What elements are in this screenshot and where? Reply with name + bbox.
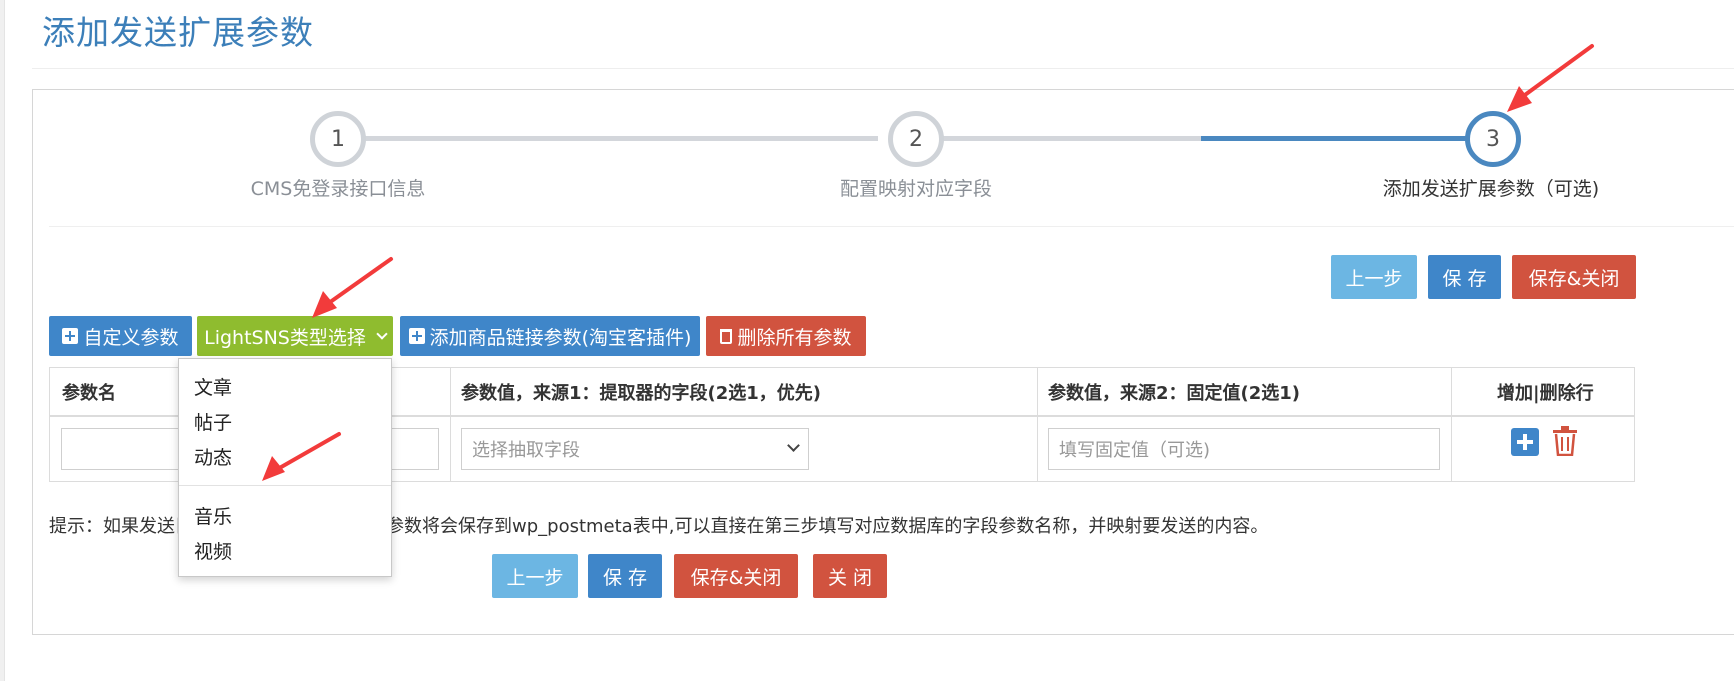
title-divider bbox=[32, 68, 1734, 69]
wizard-step-1-label: CMS免登录接口信息 bbox=[250, 178, 426, 200]
column-divider bbox=[450, 368, 451, 481]
bottom-close-button[interactable]: 关 闭 bbox=[813, 554, 887, 598]
dropdown-item-post[interactable]: 帖子 bbox=[194, 408, 232, 435]
wizard-track-1-2 bbox=[358, 136, 878, 141]
lightsns-type-label: LightSNS类型选择 bbox=[204, 326, 366, 349]
chevron-down-icon bbox=[787, 439, 800, 452]
bottom-save-button[interactable]: 保 存 bbox=[588, 554, 662, 598]
column-divider bbox=[1037, 368, 1038, 481]
column-divider bbox=[1451, 368, 1452, 481]
add-product-link-button[interactable]: 添加商品链接参数(淘宝客插件) bbox=[400, 316, 700, 356]
top-save-button[interactable]: 保 存 bbox=[1428, 255, 1501, 299]
wizard-step-3-circle[interactable]: 3 bbox=[1465, 111, 1521, 167]
wizard-step-2-circle[interactable]: 2 bbox=[888, 111, 944, 167]
lightsns-type-dropdown-menu: 文章 帖子 动态 音乐 视频 bbox=[178, 358, 392, 577]
top-prev-button[interactable]: 上一步 bbox=[1331, 255, 1417, 299]
delete-all-params-label: 删除所有参数 bbox=[737, 326, 852, 349]
col-header-param-name: 参数名 bbox=[62, 383, 116, 404]
source2-placeholder: 填写固定值（可选) bbox=[1059, 440, 1211, 461]
page-left-border bbox=[0, 0, 5, 681]
col-header-source2: 参数值，来源2：固定值(2选1) bbox=[1048, 383, 1301, 404]
source2-fixed-value-input[interactable]: 填写固定值（可选) bbox=[1048, 428, 1440, 470]
col-header-add-delete: 增加|删除行 bbox=[1497, 383, 1594, 404]
dropdown-item-music[interactable]: 音乐 bbox=[194, 502, 232, 529]
hint-text-left: 提示：如果发送目 bbox=[49, 516, 193, 537]
delete-row-icon[interactable] bbox=[1552, 426, 1578, 456]
col-header-source1: 参数值，来源1：提取器的字段(2选1，优先) bbox=[461, 383, 822, 404]
source1-field-select[interactable]: 选择抽取字段 bbox=[461, 428, 809, 470]
top-save-close-button[interactable]: 保存&关闭 bbox=[1512, 255, 1636, 299]
trash-icon bbox=[720, 328, 733, 344]
wizard-step-1-circle[interactable]: 1 bbox=[310, 111, 366, 167]
custom-param-button[interactable]: 自定义参数 bbox=[49, 316, 192, 356]
bottom-prev-button[interactable]: 上一步 bbox=[492, 554, 578, 598]
plus-square-icon bbox=[62, 328, 79, 344]
page-title: 添加发送扩展参数 bbox=[42, 13, 314, 52]
delete-all-params-button[interactable]: 删除所有参数 bbox=[706, 316, 866, 356]
dropdown-item-article[interactable]: 文章 bbox=[194, 373, 232, 400]
add-product-link-label: 添加商品链接参数(淘宝客插件) bbox=[429, 326, 692, 349]
wizard-step-2-label: 配置映射对应字段 bbox=[839, 178, 993, 200]
source1-select-value: 选择抽取字段 bbox=[472, 440, 580, 461]
lightsns-type-dropdown-button[interactable]: LightSNS类型选择 bbox=[197, 316, 393, 356]
plus-square-icon bbox=[408, 328, 425, 344]
hint-text-right: 展参数将会保存到wp_postmeta表中,可以直接在第三步填写对应数据库的字段… bbox=[368, 516, 1269, 537]
dropdown-item-video[interactable]: 视频 bbox=[194, 537, 232, 564]
wizard-track-2-3-gray bbox=[935, 136, 1201, 141]
bottom-save-close-button[interactable]: 保存&关闭 bbox=[674, 554, 798, 598]
wizard-track-2-3-active bbox=[1201, 136, 1472, 141]
wizard-divider bbox=[49, 226, 1734, 227]
dropdown-item-dynamic[interactable]: 动态 bbox=[194, 443, 232, 470]
dropdown-divider bbox=[179, 485, 391, 486]
add-row-icon[interactable] bbox=[1511, 428, 1539, 456]
custom-param-label: 自定义参数 bbox=[83, 326, 179, 349]
chevron-down-icon bbox=[376, 327, 388, 340]
wizard-step-3-label: 添加发送扩展参数（可选) bbox=[1382, 178, 1600, 200]
